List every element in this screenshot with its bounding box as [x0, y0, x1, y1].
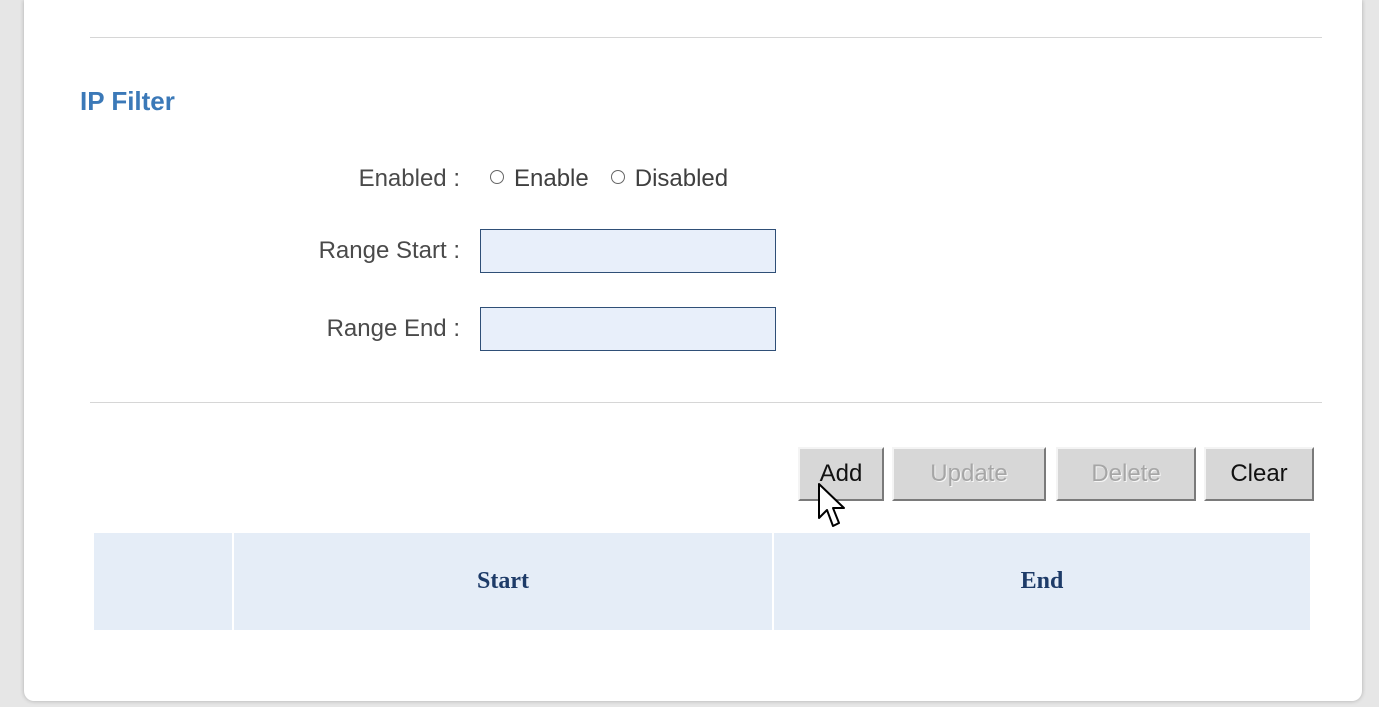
- range-end-label: Range End :: [326, 315, 460, 342]
- delete-button[interactable]: Delete: [1056, 447, 1196, 501]
- table-header-select: [94, 533, 232, 630]
- clear-button[interactable]: Clear: [1204, 447, 1314, 501]
- enabled-row: Enabled : Enable Disabled: [24, 157, 824, 201]
- range-end-input[interactable]: [480, 307, 776, 351]
- ip-filter-panel: IP Filter Enabled : Enable Disabled Rang…: [24, 0, 1362, 701]
- range-start-input[interactable]: [480, 229, 776, 273]
- range-start-label: Range Start :: [318, 237, 460, 264]
- table-header-end: End: [772, 533, 1310, 630]
- enable-radio[interactable]: [490, 170, 504, 184]
- update-button[interactable]: Update: [892, 447, 1046, 501]
- ip-range-table: Start End: [94, 533, 1310, 630]
- top-divider: [90, 37, 1322, 38]
- section-title: IP Filter: [80, 86, 175, 116]
- enabled-radio-group: Enable Disabled: [490, 157, 750, 201]
- enable-radio-label[interactable]: Enable: [514, 165, 589, 193]
- table-header-start: Start: [232, 533, 772, 630]
- disabled-radio[interactable]: [610, 170, 625, 184]
- mouse-pointer-icon: [818, 483, 845, 527]
- disabled-radio-label[interactable]: Disabled: [635, 165, 728, 193]
- middle-divider: [90, 402, 1322, 403]
- enabled-label: Enabled :: [358, 165, 460, 192]
